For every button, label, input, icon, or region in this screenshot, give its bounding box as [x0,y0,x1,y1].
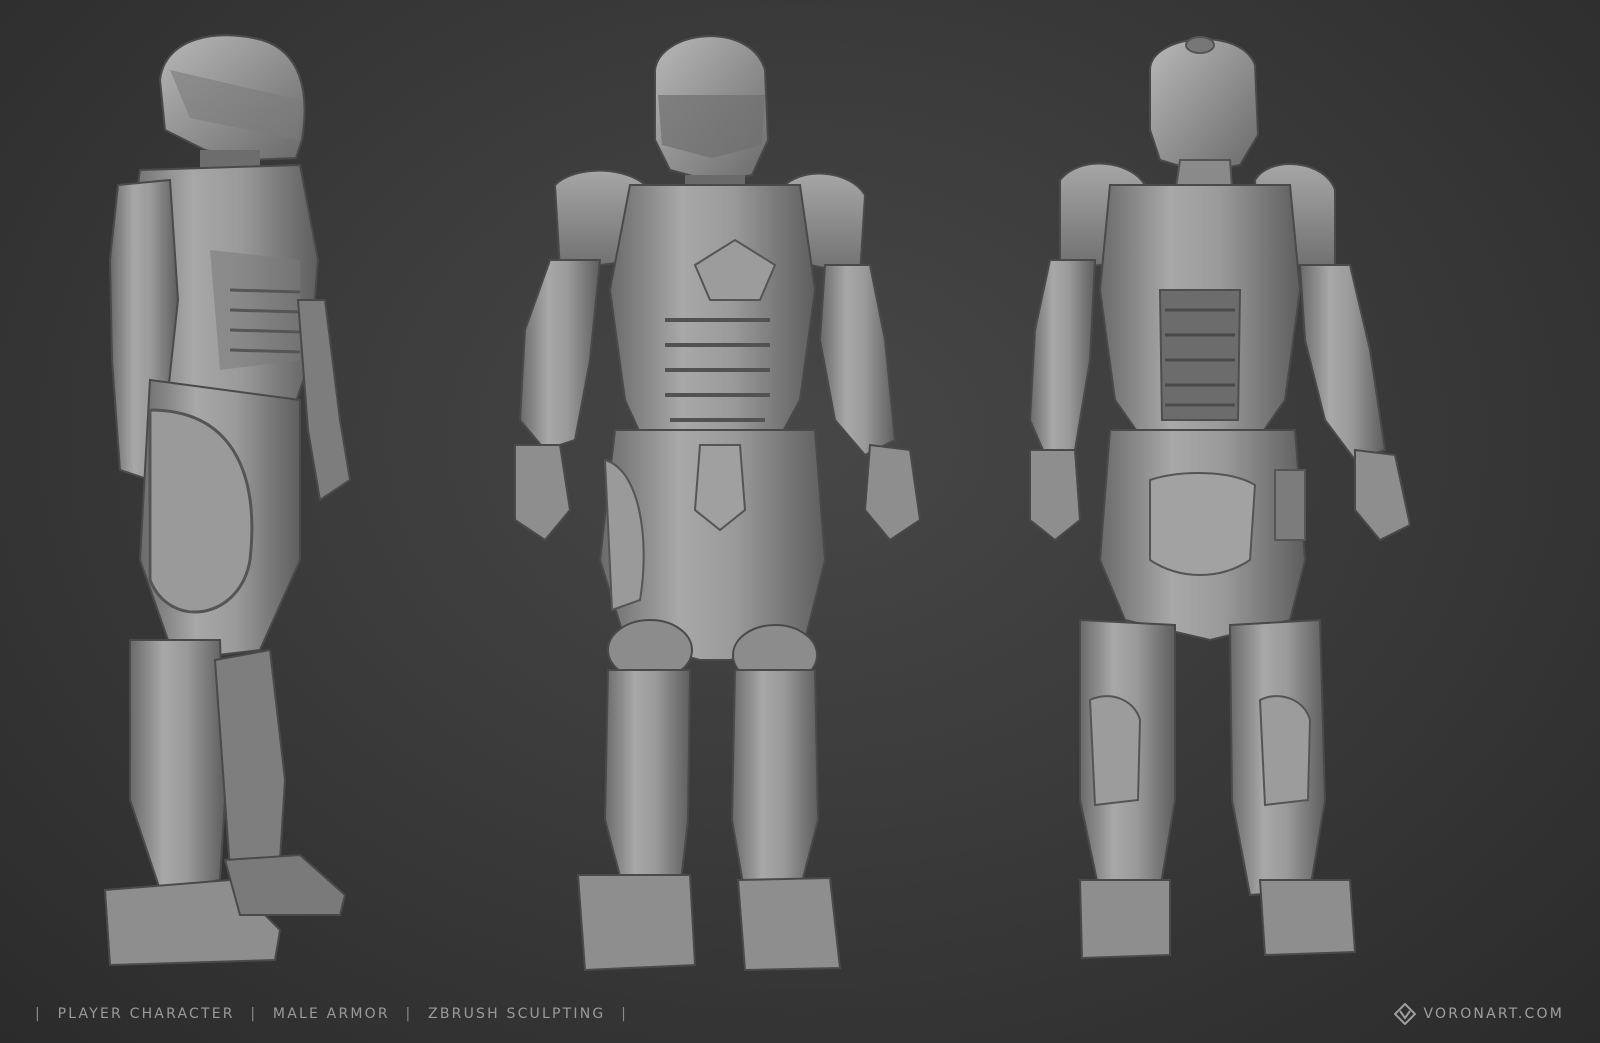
side-view-figure [103,34,352,967]
brand-text: VORONART.COM [1423,1006,1564,1022]
render-canvas: | PLAYER CHARACTER | MALE ARMOR | ZBRUSH… [0,0,1600,1043]
front-view-figure [514,35,922,972]
caption-item-male-armor: MALE ARMOR [272,1006,390,1022]
back-view-figure [1028,36,1412,960]
caption-item-player-character: PLAYER CHARACTER [57,1006,235,1022]
caption-separator: | [250,1006,258,1022]
armor-figures [103,34,1412,972]
caption-separator: | [405,1006,413,1022]
caption-separator: | [35,1006,42,1022]
voronart-logo-icon [1393,1003,1416,1025]
caption-separator: | [621,1006,629,1022]
brand-watermark: VORONART.COM [1393,1003,1564,1025]
caption-item-zbrush-sculpting: ZBRUSH SCULPTING [428,1006,606,1022]
image-caption: | PLAYER CHARACTER | MALE ARMOR | ZBRUSH… [26,1006,637,1022]
